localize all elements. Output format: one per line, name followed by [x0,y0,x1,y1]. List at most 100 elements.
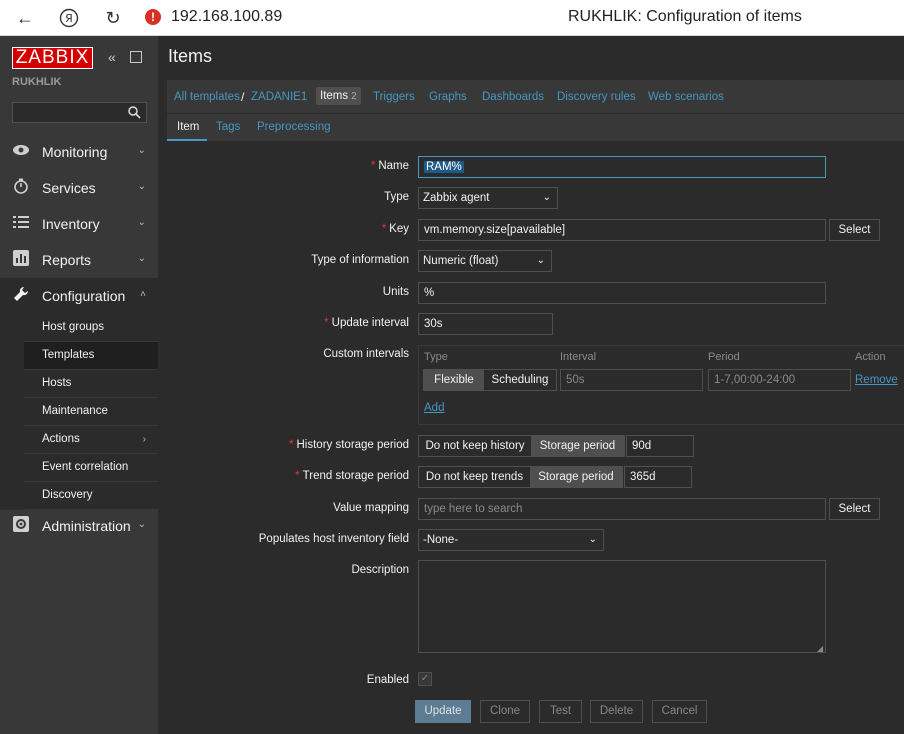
ci-flexible-option[interactable]: Flexible [424,370,484,390]
ci-type-toggle[interactable]: Flexible Scheduling [423,369,557,391]
value-mapping-label: Value mapping [333,502,409,514]
ci-scheduling-option[interactable]: Scheduling [484,370,556,390]
reload-icon[interactable]: ↻ [102,7,124,29]
enabled-label: Enabled [366,674,409,686]
sidebar-search-input[interactable] [12,102,147,123]
inventory-field-select[interactable]: -None- ⌄ [418,529,604,551]
yandex-icon[interactable]: Я [58,7,80,29]
menu-label: Configuration [42,288,126,304]
nav-all-templates[interactable]: All templates [174,91,240,103]
chevron-down-icon: ⌄ [137,217,146,228]
nav-items[interactable]: Items 2 [316,87,361,105]
page-title: Items [168,46,213,66]
menu-services[interactable]: Services ⌄ [0,170,158,206]
stopwatch-icon [0,178,42,199]
submenu-templates[interactable]: Templates [24,342,158,370]
breadcrumb-separator: / [241,90,245,104]
nav-web-scenarios[interactable]: Web scenarios [648,91,724,103]
collapse-sidebar-icon[interactable]: « [108,49,116,65]
type-label: Type [384,191,409,203]
menu-monitoring[interactable]: Monitoring ⌄ [0,134,158,170]
menu-administration[interactable]: Administration ⌄ [0,508,158,544]
ci-header-period: Period [708,351,740,363]
svg-text:Я: Я [65,12,73,25]
nav-template[interactable]: ZADANIE1 [251,91,307,103]
submenu-hosts[interactable]: Hosts [24,370,158,398]
trend-storage-period-option[interactable]: Storage period [530,467,622,487]
value-mapping-input[interactable]: type here to search [418,498,826,520]
submenu-maintenance[interactable]: Maintenance [24,398,158,426]
value-mapping-select-button[interactable]: Select [829,498,880,520]
browser-bar: ← Я ↻ ! 192.168.100.89 RUKHLIK: Configur… [0,0,904,36]
items-count: 2 [351,91,357,102]
menu-inventory[interactable]: Inventory ⌄ [0,206,158,242]
trend-label: * Trend storage period [295,470,409,482]
description-label: Description [351,564,409,576]
chevron-right-icon: › [142,434,146,445]
units-label: Units [382,286,409,298]
nav-graphs[interactable]: Graphs [429,91,467,103]
chevron-up-icon: ˄ [140,289,146,300]
address-bar[interactable]: 192.168.100.89 [171,8,282,26]
nav-dashboards[interactable]: Dashboards [482,91,544,103]
not-secure-icon[interactable]: ! [145,9,161,25]
tab-preprocessing[interactable]: Preprocessing [257,121,331,133]
trend-do-not-keep-option[interactable]: Do not keep trends [419,467,530,487]
history-period-input[interactable]: 90d [626,435,694,457]
ci-interval-input[interactable]: 50s [560,369,703,391]
chevron-down-icon: ⌄ [137,519,146,530]
update-button[interactable]: Update [415,700,471,723]
update-interval-input[interactable]: 30s [418,313,553,335]
search-icon[interactable] [128,106,141,122]
delete-button[interactable]: Delete [590,700,643,723]
trend-toggle[interactable]: Do not keep trends Storage period [418,466,623,488]
update-interval-label: * Update interval [324,317,409,329]
ci-remove-link[interactable]: Remove [855,374,898,386]
ci-add-link[interactable]: Add [424,402,444,414]
ci-header-type: Type [424,351,448,363]
units-input[interactable]: % [418,282,826,304]
nav-triggers[interactable]: Triggers [373,91,415,103]
clone-button[interactable]: Clone [480,700,530,723]
key-label: * Key [381,223,409,235]
menu-reports[interactable]: Reports ⌄ [0,242,158,278]
key-select-button[interactable]: Select [829,219,880,241]
enabled-checkbox[interactable]: ✓ [418,672,432,686]
submenu-event-correlation[interactable]: Event correlation [24,454,158,482]
type-of-information-select[interactable]: Numeric (float) ⌄ [418,250,552,272]
submenu-discovery[interactable]: Discovery [24,482,158,510]
back-arrow-icon[interactable]: ← [14,7,36,29]
resize-handle-icon[interactable]: ◢ [817,644,825,653]
ci-period-input[interactable]: 1-7,00:00-24:00 [708,369,851,391]
server-name: RUKHLIK [12,76,62,88]
bar-chart-icon [0,249,42,271]
history-toggle[interactable]: Do not keep history Storage period [418,435,625,457]
chevron-down-icon: ⌄ [542,192,551,203]
submenu-gutter [0,314,24,510]
name-input[interactable]: RAM% [418,156,826,178]
menu-configuration[interactable]: Configuration ˄ [0,278,158,314]
nav-discovery-rules[interactable]: Discovery rules [557,91,636,103]
trend-period-input[interactable]: 365d [624,466,692,488]
ci-header-interval: Interval [560,351,597,363]
history-do-not-keep-option[interactable]: Do not keep history [419,436,531,456]
menu-label: Services [42,180,96,196]
browser-page-title: RUKHLIK: Configuration of items [568,8,802,25]
zabbix-logo[interactable]: ZABBIX [12,47,93,69]
list-icon [0,215,42,233]
chevron-down-icon: ⌄ [137,181,146,192]
history-storage-period-option[interactable]: Storage period [531,436,624,456]
cancel-button[interactable]: Cancel [652,700,707,723]
description-textarea[interactable] [418,560,826,653]
test-button[interactable]: Test [539,700,582,723]
kiosk-mode-icon[interactable] [130,51,142,63]
tab-item[interactable]: Item [177,121,199,133]
submenu-actions[interactable]: Actions › [24,426,158,454]
nav-items-label: Items [320,90,349,102]
wrench-icon [0,286,42,307]
tab-tags[interactable]: Tags [216,121,240,133]
menu-label: Monitoring [42,144,108,160]
type-select[interactable]: Zabbix agent ⌄ [418,187,558,209]
submenu-host-groups[interactable]: Host groups [24,314,158,342]
key-input[interactable]: vm.memory.size[pavailable] [418,219,826,241]
